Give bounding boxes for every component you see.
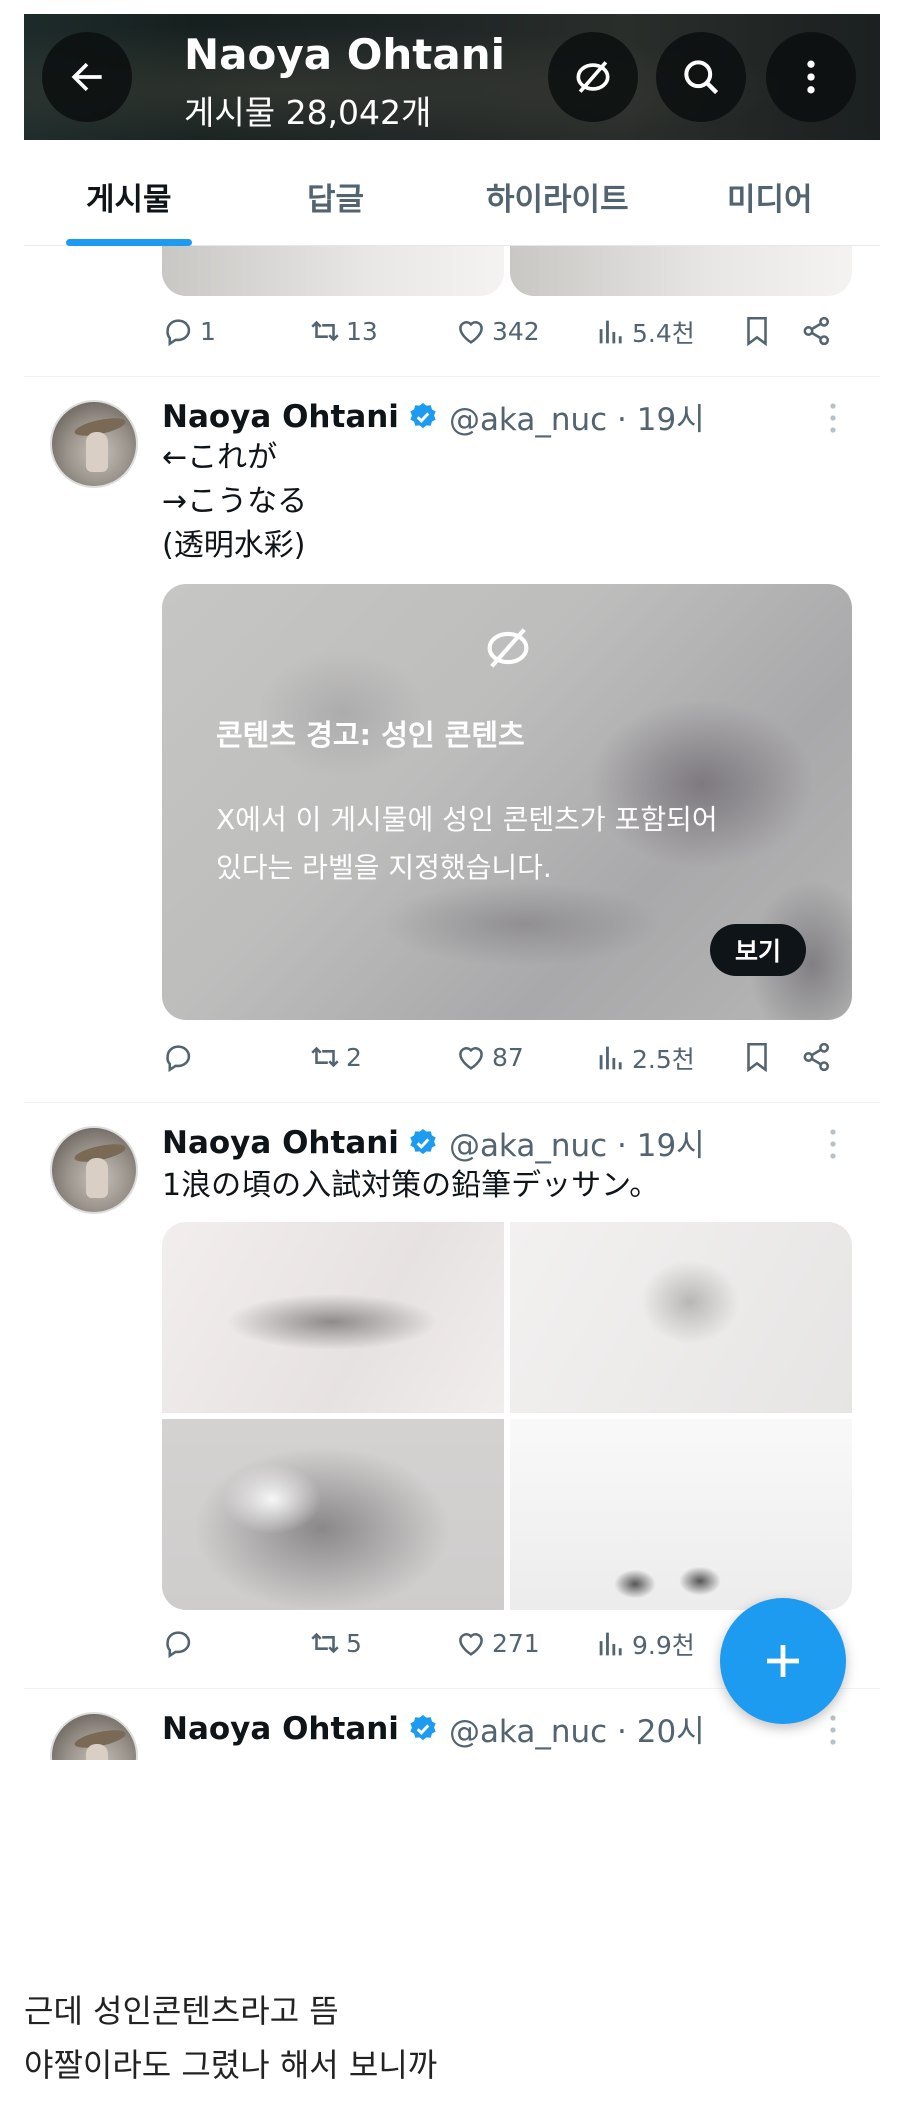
author-name[interactable]: Naoya Ohtani	[162, 399, 399, 435]
tab-media[interactable]: 미디어	[727, 174, 813, 219]
repost-icon	[311, 1632, 339, 1654]
post-header: Naoya Ohtani @aka_nuc · 19시	[162, 394, 705, 439]
profile-name: Naoya Ohtani	[184, 30, 506, 79]
sensitive-content-warning: 콘텐츠 경고: 성인 콘텐츠 X에서 이 게시물에 성인 콘텐츠가 포함되어 있…	[162, 584, 852, 1020]
reply-button[interactable]	[162, 1626, 200, 1660]
author-name[interactable]: Naoya Ohtani	[162, 1711, 399, 1747]
views-button[interactable]: 2.5천	[594, 1040, 695, 1076]
post-actions: 1 13 342 5.4천	[162, 314, 850, 358]
post-text: 1浪の頃の入試対策の鉛筆デッサン。	[162, 1168, 660, 1203]
reply-icon	[166, 1631, 191, 1659]
avatar[interactable]	[50, 400, 138, 488]
view-count: 9.9천	[632, 1631, 695, 1660]
avatar[interactable]	[50, 1126, 138, 1214]
author-handle-time: @aka_nuc · 19시	[448, 402, 705, 438]
more-dots-icon[interactable]	[826, 1712, 840, 1748]
warning-title: 콘텐츠 경고: 성인 콘텐츠	[216, 718, 525, 752]
verified-badge-icon	[410, 1128, 436, 1154]
like-button[interactable]: 271	[454, 1626, 540, 1660]
repost-button[interactable]: 13	[308, 314, 378, 348]
repost-button[interactable]: 5	[308, 1626, 362, 1660]
divider	[24, 1102, 880, 1103]
share-button[interactable]	[800, 1040, 838, 1074]
tab-highlights[interactable]: 하이라이트	[486, 174, 629, 219]
more-dots-icon[interactable]	[826, 1126, 840, 1162]
post-header: Naoya Ohtani @aka_nuc · 19시	[162, 1120, 705, 1165]
profile-header: Naoya Ohtani 게시물 28,042개	[24, 14, 880, 140]
repost-button[interactable]: 2	[308, 1040, 362, 1074]
more-options-button[interactable]	[766, 32, 856, 122]
post-image[interactable]	[510, 246, 852, 296]
search-icon	[684, 60, 719, 95]
avatar[interactable]	[50, 1712, 138, 1760]
verified-badge-icon	[410, 402, 436, 428]
reply-icon	[166, 1045, 191, 1073]
view-content-button[interactable]: 보기	[710, 924, 806, 976]
repost-count: 13	[346, 316, 378, 346]
share-icon	[803, 316, 830, 346]
repost-count: 2	[346, 1042, 362, 1072]
heart-icon	[459, 1047, 483, 1070]
reply-icon	[166, 319, 191, 347]
share-button[interactable]	[800, 314, 838, 348]
repost-icon	[311, 320, 339, 342]
plus-icon	[767, 1645, 799, 1677]
active-tab-indicator	[66, 239, 192, 246]
bookmark-icon	[747, 316, 767, 347]
bookmark-button[interactable]	[740, 314, 778, 348]
post-header: Naoya Ohtani @aka_nuc · 20시	[162, 1706, 705, 1751]
post-image[interactable]	[510, 1222, 852, 1413]
view-count: 5.4천	[632, 319, 695, 348]
post-image[interactable]	[510, 1419, 852, 1610]
more-dots-icon[interactable]	[826, 400, 840, 436]
author-name[interactable]: Naoya Ohtani	[162, 1125, 399, 1161]
warning-body: X에서 이 게시물에 성인 콘텐츠가 포함되어 있다는 라벨을 지정했습니다.	[216, 803, 718, 884]
share-icon	[803, 1042, 830, 1072]
views-button[interactable]: 9.9천	[594, 1626, 695, 1662]
post-count: 게시물 28,042개	[184, 93, 432, 132]
media-grid	[162, 1222, 852, 1610]
views-icon	[599, 1046, 622, 1070]
eye-slash-icon	[576, 61, 610, 93]
like-button[interactable]: 342	[454, 314, 540, 348]
author-handle-time: @aka_nuc · 20시	[448, 1714, 705, 1750]
post-text: ←これが →こうなる (透明水彩)	[162, 440, 308, 563]
caption-line: 근데 성인콘텐츠라고 뜸	[24, 1992, 339, 2030]
compose-post-button[interactable]	[720, 1598, 846, 1724]
views-button[interactable]: 5.4천	[594, 314, 695, 350]
reply-button[interactable]: 1	[162, 314, 216, 348]
arrow-left-icon	[71, 62, 102, 92]
post-image[interactable]	[162, 1419, 504, 1610]
hide-content-button[interactable]	[548, 32, 638, 122]
tab-replies[interactable]: 답글	[307, 174, 364, 219]
post-actions: 2 87 2.5천	[162, 1040, 850, 1084]
post-image[interactable]	[162, 1222, 504, 1413]
views-icon	[599, 1632, 622, 1656]
bookmark-button[interactable]	[740, 1040, 778, 1074]
author-handle-time: @aka_nuc · 19시	[448, 1128, 705, 1164]
tab-posts[interactable]: 게시물	[86, 174, 172, 219]
caption-line: 야짤이라도 그렸나 해서 보니까	[24, 2046, 438, 2084]
divider	[24, 376, 880, 377]
repost-icon	[311, 1046, 339, 1068]
back-button[interactable]	[42, 32, 132, 122]
like-count: 87	[492, 1042, 524, 1072]
like-button[interactable]: 87	[454, 1040, 524, 1074]
repost-count: 5	[346, 1628, 362, 1658]
vertical-dots-icon	[807, 60, 815, 94]
bookmark-icon	[747, 1042, 767, 1073]
like-count: 342	[492, 316, 540, 346]
post-image[interactable]	[162, 246, 504, 296]
heart-icon	[459, 321, 483, 344]
reply-count: 1	[200, 316, 216, 346]
reply-button[interactable]	[162, 1040, 200, 1074]
profile-tabs: 게시물 답글 하이라이트 미디어	[24, 140, 880, 246]
verified-badge-icon	[410, 1714, 436, 1740]
like-count: 271	[492, 1628, 540, 1658]
heart-icon	[459, 1633, 483, 1656]
search-button[interactable]	[656, 32, 746, 122]
view-count: 2.5천	[632, 1045, 695, 1074]
views-icon	[599, 320, 622, 344]
eye-slash-icon	[487, 628, 529, 668]
